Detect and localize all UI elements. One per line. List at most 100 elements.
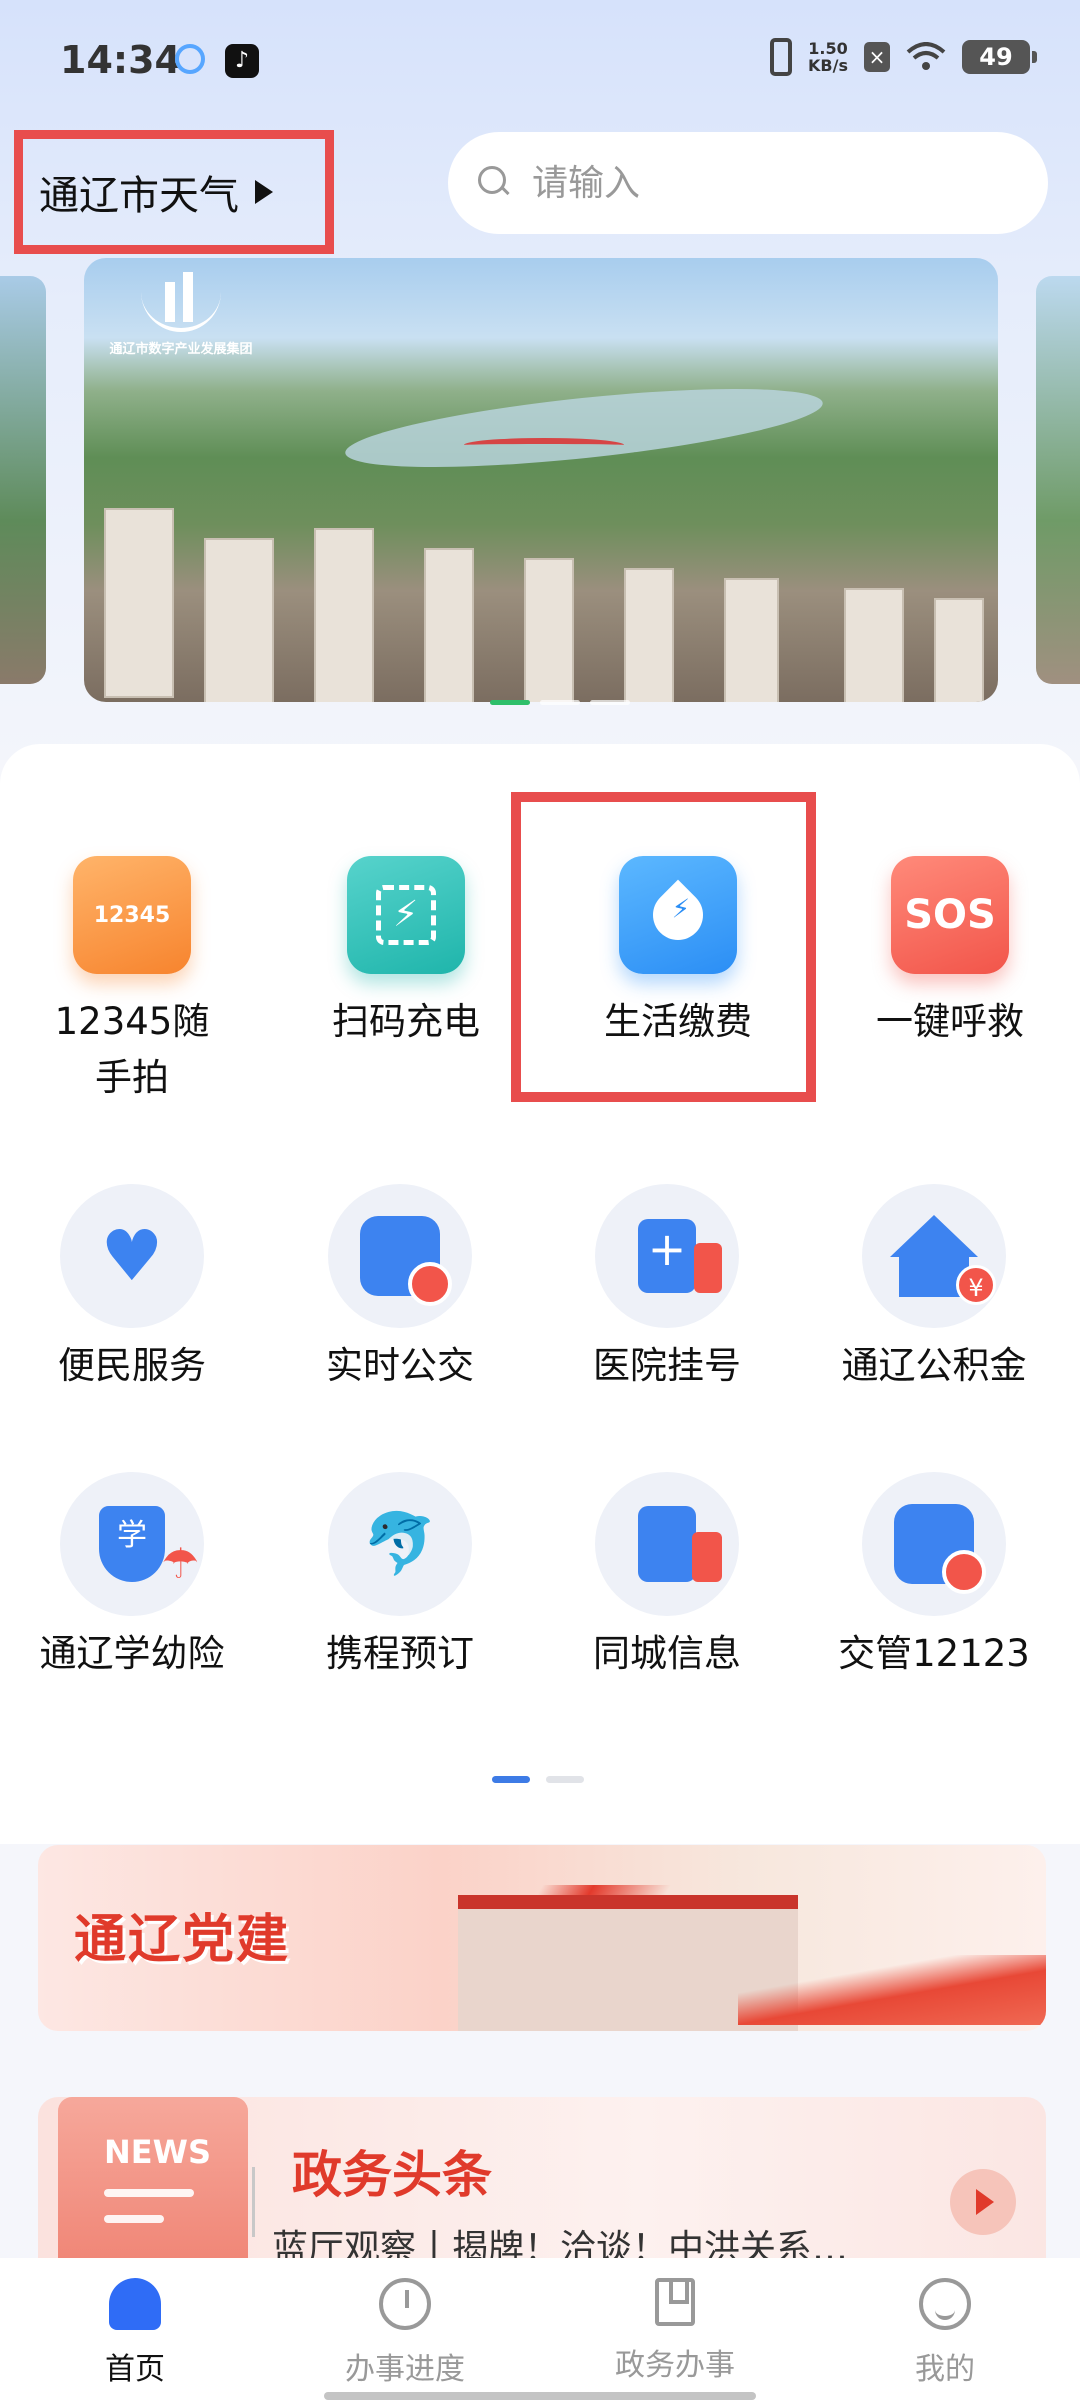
icon-background: 🐬 xyxy=(328,1472,472,1616)
nav-label: 办事进度 xyxy=(345,2352,465,2387)
banner-building xyxy=(524,558,574,702)
service-traffic-12123[interactable]: 交管12123 xyxy=(814,1472,1054,1682)
icon-background xyxy=(328,1184,472,1328)
service-ctrip[interactable]: 🐬 携程预订 xyxy=(280,1472,520,1682)
service-hospital[interactable]: + 医院挂号 xyxy=(547,1184,787,1394)
net-speed-unit: KB/s xyxy=(808,56,848,75)
home-indicator[interactable] xyxy=(324,2392,756,2400)
system-icons: 1.50 KB/s × 49 xyxy=(770,38,1037,76)
divider xyxy=(252,2167,255,2237)
nav-label: 首页 xyxy=(105,2352,165,2387)
icon-background: 学 xyxy=(60,1472,204,1616)
banner-building xyxy=(204,538,274,702)
news-badge: NEWS xyxy=(104,2133,211,2171)
icon-background xyxy=(862,1472,1006,1616)
scan-charge-icon xyxy=(347,856,465,974)
school-insurance-icon: 学 xyxy=(99,1506,199,1594)
banner-building xyxy=(104,508,174,698)
banner-indicator xyxy=(490,700,630,705)
service-label: 便民服务 xyxy=(58,1344,206,1387)
party-banner-title: 通辽党建 xyxy=(74,1910,291,1970)
icon-background xyxy=(595,1472,739,1616)
banner-building xyxy=(844,588,904,702)
house-fund-icon: ¥ xyxy=(890,1215,996,1305)
yuan-coin-icon: ¥ xyxy=(956,1265,996,1305)
news-title: 政务头条 xyxy=(292,2146,492,2204)
service-city-info[interactable]: 同城信息 xyxy=(547,1472,787,1682)
services-page-indicator xyxy=(492,1776,584,1783)
sim-off-icon: × xyxy=(864,42,890,72)
net-speed: 1.50 KB/s xyxy=(808,40,848,74)
nav-label: 我的 xyxy=(915,2352,975,2387)
service-sos[interactable]: SOS 一键呼救 xyxy=(830,856,1070,1050)
search-icon xyxy=(478,166,512,200)
service-convenience[interactable]: ♥ 便民服务 xyxy=(12,1184,252,1394)
service-label: 12345随手拍 xyxy=(54,1000,210,1099)
vibrate-icon xyxy=(770,38,793,76)
party-building-banner[interactable]: 通辽党建 xyxy=(38,1845,1046,2031)
nav-home[interactable]: 首页 xyxy=(0,2258,270,2408)
wifi-icon xyxy=(906,42,946,70)
search-bar[interactable] xyxy=(448,132,1048,234)
weather-label: 通辽市天气 xyxy=(39,173,239,219)
banner-prev-slide[interactable] xyxy=(0,276,46,684)
banner-dot xyxy=(540,700,580,705)
icon-background: + xyxy=(595,1184,739,1328)
search-input[interactable] xyxy=(532,162,1012,204)
service-label: 携程预订 xyxy=(326,1632,474,1675)
page-dot-active xyxy=(492,1776,530,1783)
heart-hands-icon: ♥ xyxy=(100,1215,164,1297)
play-arrow-icon xyxy=(255,180,273,204)
net-speed-value: 1.50 xyxy=(808,39,848,58)
dolphin-icon: 🐬 xyxy=(362,1509,438,1579)
service-label: 同城信息 xyxy=(593,1632,741,1675)
icon-background: ¥ xyxy=(862,1184,1006,1328)
notification-icons: ♪ xyxy=(175,44,259,78)
status-bar: 14:34 ♪ 1.50 KB/s × 49 xyxy=(0,0,1080,120)
service-label: 扫码充电 xyxy=(332,1000,480,1043)
battery-icon: 49 xyxy=(962,40,1037,74)
banner-bridge xyxy=(464,438,624,452)
service-housing-fund[interactable]: ¥ 通辽公积金 xyxy=(814,1184,1054,1394)
banner-building xyxy=(624,568,674,702)
banner-slide[interactable]: 通辽市数字产业发展集团 xyxy=(84,258,998,702)
service-label: 交管12123 xyxy=(838,1632,1030,1675)
service-scan-charge[interactable]: 扫码充电 xyxy=(286,856,526,1050)
play-icon[interactable] xyxy=(950,2169,1016,2235)
nav-government-affairs[interactable]: 政务办事 xyxy=(540,2258,810,2408)
page-dot xyxy=(546,1776,584,1783)
icon-background: ♥ xyxy=(60,1184,204,1328)
traffic-bus-icon xyxy=(894,1504,986,1594)
service-realtime-bus[interactable]: 实时公交 xyxy=(280,1184,520,1394)
service-12345[interactable]: 12345 12345随手拍 xyxy=(12,856,252,1106)
service-school-insurance[interactable]: 学 通辽学幼险 xyxy=(12,1472,252,1682)
weather-button[interactable]: 通辽市天气 xyxy=(14,130,334,254)
banner-logo-text: 通辽市数字产业发展集团 xyxy=(109,342,253,357)
banner-building xyxy=(424,548,474,702)
hospital-icon: + xyxy=(638,1219,722,1293)
banner-logo-mark xyxy=(141,272,221,332)
home-icon xyxy=(109,2278,161,2330)
bus-clock-icon xyxy=(360,1216,452,1306)
banner-building xyxy=(934,598,984,702)
banner-logo: 通辽市数字产业发展集团 xyxy=(106,272,256,357)
clock-icon xyxy=(379,2278,431,2330)
banner-building xyxy=(724,578,779,702)
service-label: 实时公交 xyxy=(326,1344,474,1387)
status-time: 14:34 xyxy=(60,38,181,82)
nav-label: 政务办事 xyxy=(615,2348,735,2383)
smile-icon xyxy=(919,2278,971,2330)
service-label: 通辽学幼险 xyxy=(39,1632,225,1675)
city-info-icon xyxy=(638,1506,722,1582)
tiktok-notification-icon: ♪ xyxy=(225,44,259,78)
service-label: 一键呼救 xyxy=(876,1000,1024,1043)
bookmark-icon xyxy=(655,2278,695,2326)
banner-next-slide[interactable] xyxy=(1036,276,1080,684)
service-label: 通辽公积金 xyxy=(841,1344,1027,1387)
banner-dot-active xyxy=(490,700,530,705)
banner-river xyxy=(342,373,826,483)
banner-building xyxy=(314,528,374,702)
nav-mine[interactable]: 我的 xyxy=(810,2258,1080,2408)
bottom-navigation: 首页 办事进度 政务办事 我的 xyxy=(0,2258,1080,2408)
nav-progress[interactable]: 办事进度 xyxy=(270,2258,540,2408)
